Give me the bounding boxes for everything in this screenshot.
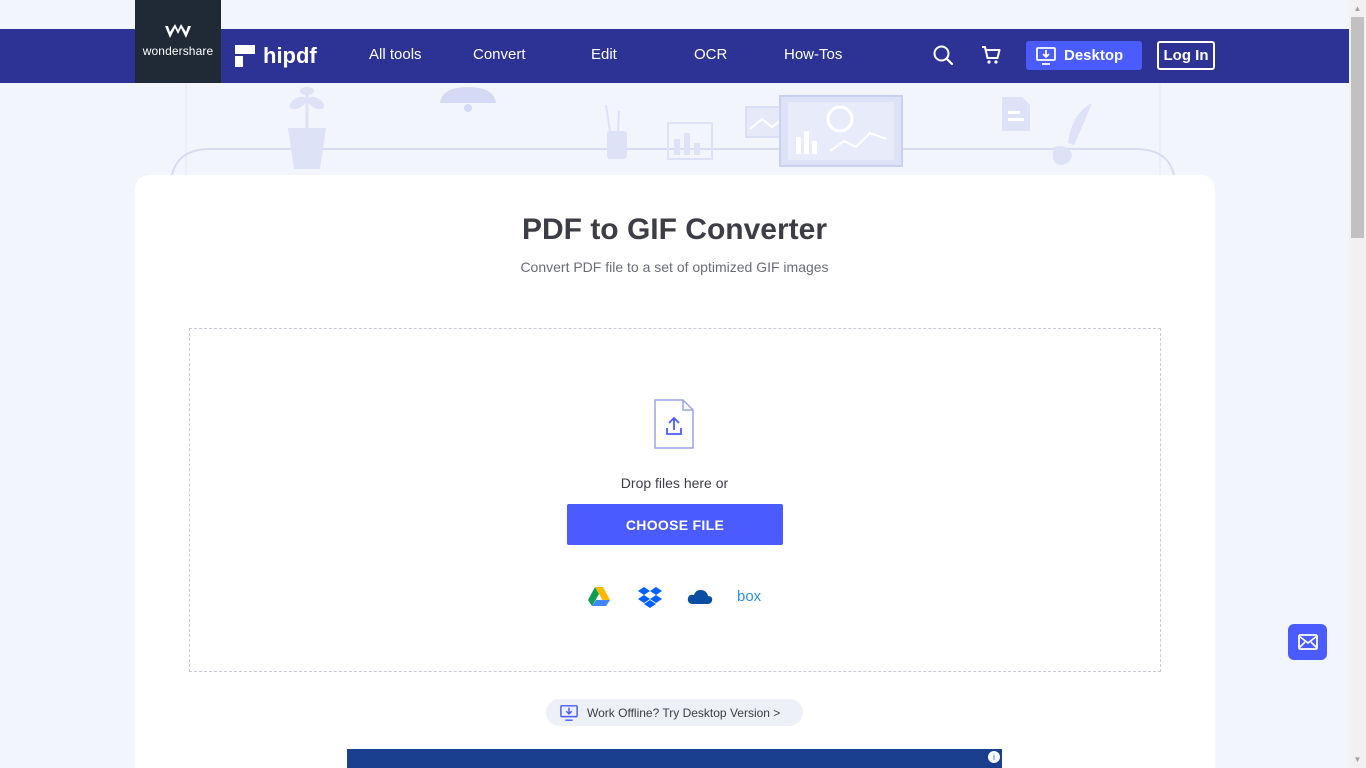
mail-icon (1297, 634, 1318, 650)
desktop-button[interactable]: Desktop (1026, 41, 1142, 70)
nav-ocr[interactable]: OCR (694, 46, 727, 63)
wondershare-logo-text: wondershare (142, 44, 214, 58)
nav-all-tools[interactable]: All tools (369, 46, 422, 63)
page-title: PDF to GIF Converter (521, 213, 828, 246)
nav-convert[interactable]: Convert (473, 46, 526, 63)
wondershare-logo[interactable]: wondershare (135, 0, 221, 83)
file-upload-icon (654, 399, 694, 449)
mail-feedback-button[interactable] (1288, 624, 1327, 660)
scroll-down-arrow-icon[interactable]: ▼ (1349, 751, 1366, 768)
search-icon[interactable] (932, 44, 954, 66)
desktop-download-icon (1036, 46, 1056, 65)
work-offline-label: Work Offline? Try Desktop Version > (587, 705, 781, 720)
hipdf-logo[interactable]: hipdf (235, 43, 317, 69)
desktop-button-label: Desktop (1064, 47, 1124, 64)
nav-how-tos[interactable]: How-Tos (784, 46, 842, 63)
file-drop-zone[interactable] (189, 328, 1161, 672)
scrollbar-thumb[interactable] (1351, 17, 1364, 238)
wondershare-logo-icon (165, 24, 191, 38)
dropbox-icon[interactable] (638, 586, 662, 608)
box-icon[interactable]: box (737, 588, 761, 605)
drop-files-text: Drop files here or (620, 475, 729, 491)
work-offline-link[interactable]: Work Offline? Try Desktop Version > (546, 699, 803, 726)
ad-info-icon[interactable]: i (988, 751, 1000, 763)
onedrive-icon[interactable] (687, 586, 713, 608)
page-subtitle: Convert PDF file to a set of optimized G… (520, 259, 829, 275)
hipdf-logo-text: hipdf (263, 43, 317, 68)
google-drive-icon[interactable] (587, 586, 611, 608)
scroll-up-arrow-icon[interactable]: ▲ (1349, 0, 1366, 17)
ad-banner[interactable]: i (347, 749, 1002, 768)
choose-file-button[interactable]: CHOOSE FILE (567, 504, 783, 545)
login-button[interactable]: Log In (1157, 41, 1215, 70)
decorative-banner (171, 83, 1175, 178)
hipdf-logo-icon (235, 45, 255, 67)
nav-edit[interactable]: Edit (591, 46, 617, 63)
desktop-download-icon (560, 704, 578, 721)
cart-icon[interactable] (980, 44, 1002, 66)
